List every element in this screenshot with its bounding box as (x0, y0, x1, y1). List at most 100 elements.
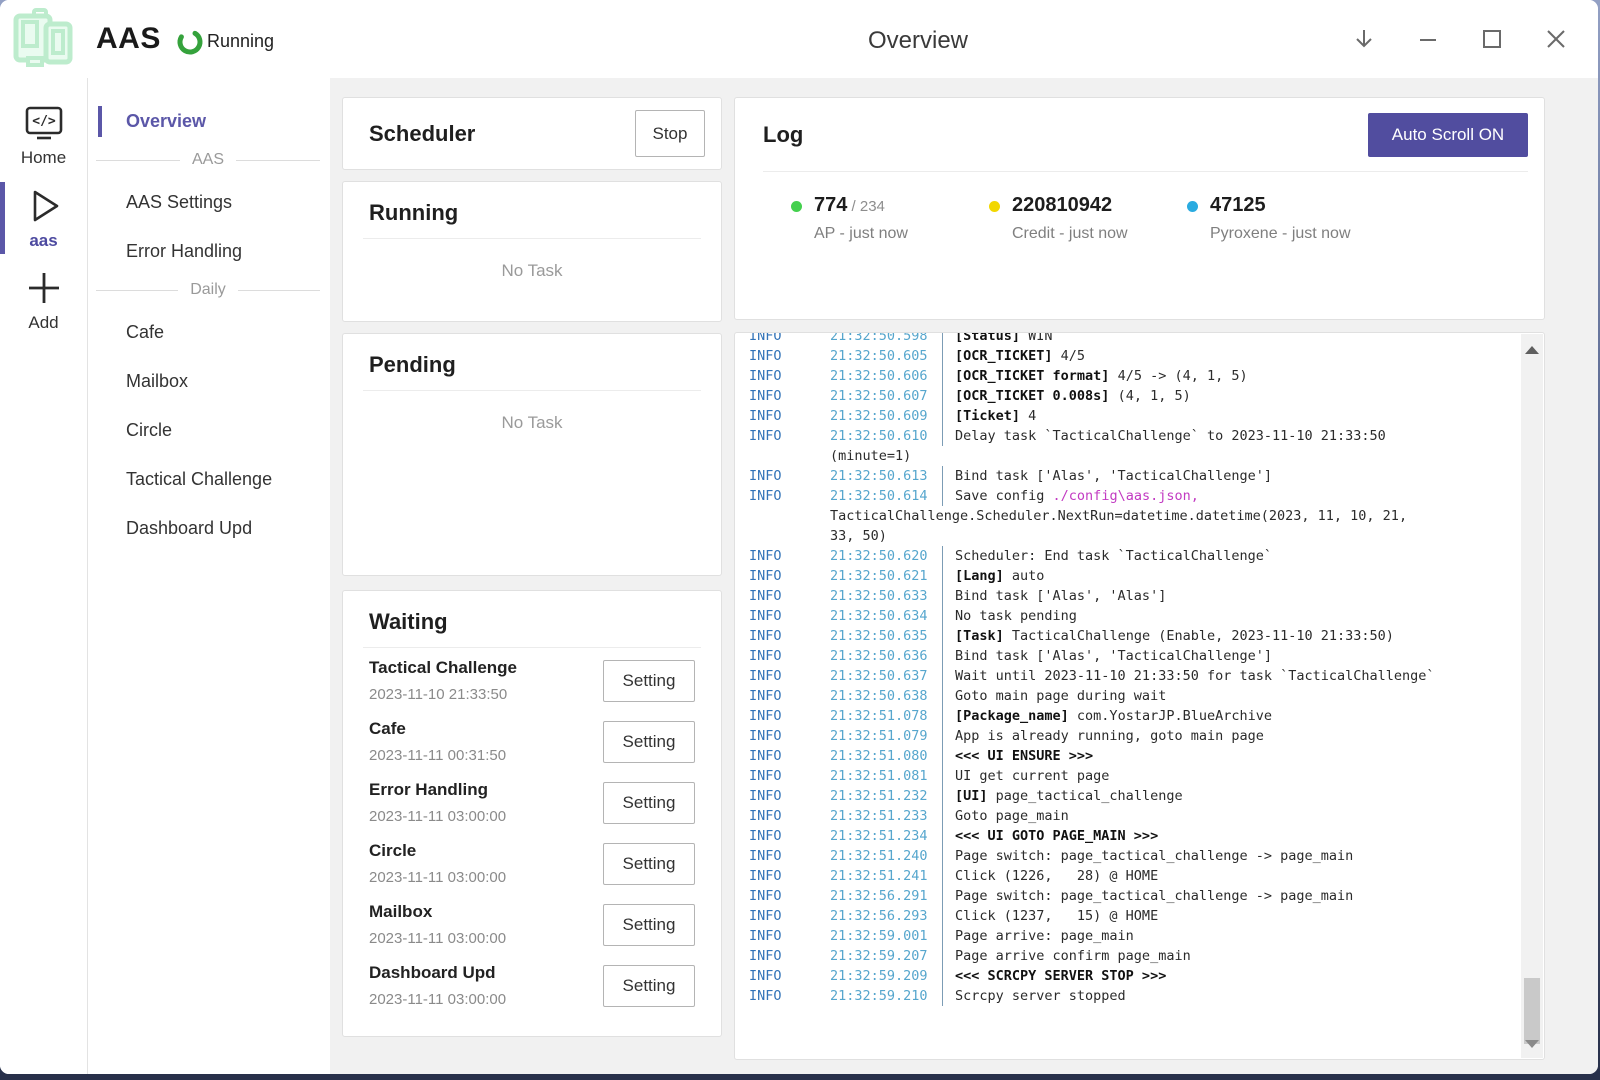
sidebar-item-dashboard-upd[interactable]: Dashboard Upd (88, 509, 330, 548)
rail-item-label: Home (21, 148, 66, 168)
scrollbar-down-icon[interactable] (1525, 1040, 1539, 1048)
stat-label: Credit - just now (1012, 225, 1128, 243)
log-level: INFO (749, 386, 830, 406)
log-entry: INFO21:32:51.232[UI] page_tactical_chall… (749, 786, 1544, 806)
log-timestamp: 21:32:59.207 (830, 946, 942, 966)
log-timestamp: 21:32:51.233 (830, 806, 942, 826)
pending-title: Pending (369, 352, 701, 378)
log-entry: INFO21:32:50.614Save config ./config\aas… (749, 486, 1544, 506)
rail-item-aas[interactable]: aas (0, 180, 87, 256)
log-level: INFO (749, 486, 830, 506)
setting-button[interactable]: Setting (603, 782, 695, 824)
running-card: Running No Task (342, 181, 722, 322)
log-message: Page switch: page_tactical_challenge -> … (942, 846, 1353, 866)
log-entry-continuation: 33, 50) (749, 526, 1544, 546)
log-message: Bind task ['Alas', 'Alas'] (942, 586, 1166, 606)
waiting-task-next-run: 2023-11-10 21:33:50 (369, 686, 517, 703)
log-message: Page switch: page_tactical_challenge -> … (942, 886, 1353, 906)
log-timestamp: 21:32:50.636 (830, 646, 942, 666)
rail-item-home[interactable]: </> Home (0, 98, 87, 174)
sidebar-item-mailbox[interactable]: Mailbox (88, 362, 330, 401)
log-timestamp: 21:32:50.620 (830, 546, 942, 566)
setting-button[interactable]: Setting (603, 965, 695, 1007)
log-timestamp: 21:32:50.634 (830, 606, 942, 626)
setting-button[interactable]: Setting (603, 843, 695, 885)
scrollbar-up-icon[interactable] (1525, 346, 1539, 354)
waiting-task-next-run: 2023-11-11 00:31:50 (369, 747, 506, 764)
sidebar-item-circle[interactable]: Circle (88, 411, 330, 450)
log-message: Click (1237, 15) @ HOME (942, 906, 1158, 926)
log-message: No task pending (942, 606, 1077, 626)
log-panel[interactable]: INFO21:32:50.598[Status] WININFO21:32:50… (734, 332, 1545, 1060)
resource-stat: 220810942Credit - just now (989, 194, 1128, 243)
waiting-task-next-run: 2023-11-11 03:00:00 (369, 930, 506, 947)
log-level: INFO (749, 806, 830, 826)
stat-text: 220810942Credit - just now (1012, 194, 1128, 243)
log-timestamp: 21:32:50.598 (830, 332, 942, 346)
log-entry: INFO21:32:59.207Page arrive confirm page… (749, 946, 1544, 966)
stat-label: Pyroxene - just now (1210, 225, 1351, 243)
log-level: INFO (749, 986, 830, 1006)
rail-item-add[interactable]: Add (0, 262, 87, 338)
log-entry: INFO21:32:59.209<<< SCRCPY SERVER STOP >… (749, 966, 1544, 986)
log-timestamp: 21:32:50.609 (830, 406, 942, 426)
log-entry: INFO21:32:56.293Click (1237, 15) @ HOME (749, 906, 1544, 926)
log-level: INFO (749, 626, 830, 646)
resource-stats: 774 / 234AP - just now220810942Credit - … (763, 172, 1528, 292)
log-timestamp: 21:32:59.210 (830, 986, 942, 1006)
log-level: INFO (749, 706, 830, 726)
stat-text: 47125Pyroxene - just now (1210, 194, 1351, 243)
log-message: [OCR_TICKET] 4/5 (942, 346, 1085, 366)
log-entry: INFO21:32:56.291Page switch: page_tactic… (749, 886, 1544, 906)
setting-button[interactable]: Setting (603, 660, 695, 702)
download-icon[interactable] (1350, 25, 1378, 53)
log-level-spacer (749, 446, 830, 466)
log-entry: INFO21:32:50.598[Status] WIN (749, 332, 1544, 346)
log-timestamp: 21:32:51.079 (830, 726, 942, 746)
close-icon[interactable] (1542, 25, 1570, 53)
log-message: Goto page_main (942, 806, 1069, 826)
log-scrollbar[interactable] (1521, 334, 1543, 1058)
title-bar: AAS Running Overview (0, 0, 1598, 78)
log-message: [OCR_TICKET format] 4/5 -> (4, 1, 5) (942, 366, 1248, 386)
minimize-icon[interactable] (1414, 25, 1442, 53)
log-level: INFO (749, 726, 830, 746)
log-message: Click (1226, 28) @ HOME (942, 866, 1158, 886)
log-entry: INFO21:32:50.606[OCR_TICKET format] 4/5 … (749, 366, 1544, 386)
log-message-continuation: TacticalChallenge.Scheduler.NextRun=date… (830, 506, 1407, 526)
sidebar-item-overview[interactable]: Overview (88, 102, 330, 141)
log-entry: INFO21:32:50.605[OCR_TICKET] 4/5 (749, 346, 1544, 366)
auto-scroll-button[interactable]: Auto Scroll ON (1368, 113, 1528, 157)
setting-button[interactable]: Setting (603, 904, 695, 946)
log-message: [Lang] auto (942, 566, 1044, 586)
log-level: INFO (749, 586, 830, 606)
log-level: INFO (749, 866, 830, 886)
log-level: INFO (749, 966, 830, 986)
waiting-task-next-run: 2023-11-11 03:00:00 (369, 869, 506, 886)
log-timestamp: 21:32:51.080 (830, 746, 942, 766)
log-message-continuation: 33, 50) (830, 526, 887, 546)
sidebar-item-tactical-challenge[interactable]: Tactical Challenge (88, 460, 330, 499)
log-timestamp: 21:32:50.605 (830, 346, 942, 366)
log-level: INFO (749, 666, 830, 686)
log-timestamp: 21:32:51.081 (830, 766, 942, 786)
code-monitor-icon: </> (22, 104, 66, 144)
log-entry: INFO21:32:50.636Bind task ['Alas', 'Tact… (749, 646, 1544, 666)
stop-button[interactable]: Stop (635, 110, 705, 157)
sidebar-item-cafe[interactable]: Cafe (88, 313, 330, 352)
log-entry: INFO21:32:50.634No task pending (749, 606, 1544, 626)
scrollbar-thumb[interactable] (1524, 978, 1540, 1044)
sidebar-item-aas-settings[interactable]: AAS Settings (88, 183, 330, 222)
setting-button[interactable]: Setting (603, 721, 695, 763)
maximize-icon[interactable] (1478, 25, 1506, 53)
log-level: INFO (749, 566, 830, 586)
log-message: Scrcpy server stopped (942, 986, 1126, 1006)
log-message: Save config ./config\aas.json, (942, 486, 1199, 506)
sidebar-item-error-handling[interactable]: Error Handling (88, 232, 330, 271)
log-timestamp: 21:32:56.291 (830, 886, 942, 906)
log-entry: INFO21:32:51.240Page switch: page_tactic… (749, 846, 1544, 866)
log-level: INFO (749, 646, 830, 666)
log-message: Wait until 2023-11-10 21:33:50 for task … (942, 666, 1435, 686)
log-message: Goto main page during wait (942, 686, 1166, 706)
log-entry-continuation: TacticalChallenge.Scheduler.NextRun=date… (749, 506, 1544, 526)
